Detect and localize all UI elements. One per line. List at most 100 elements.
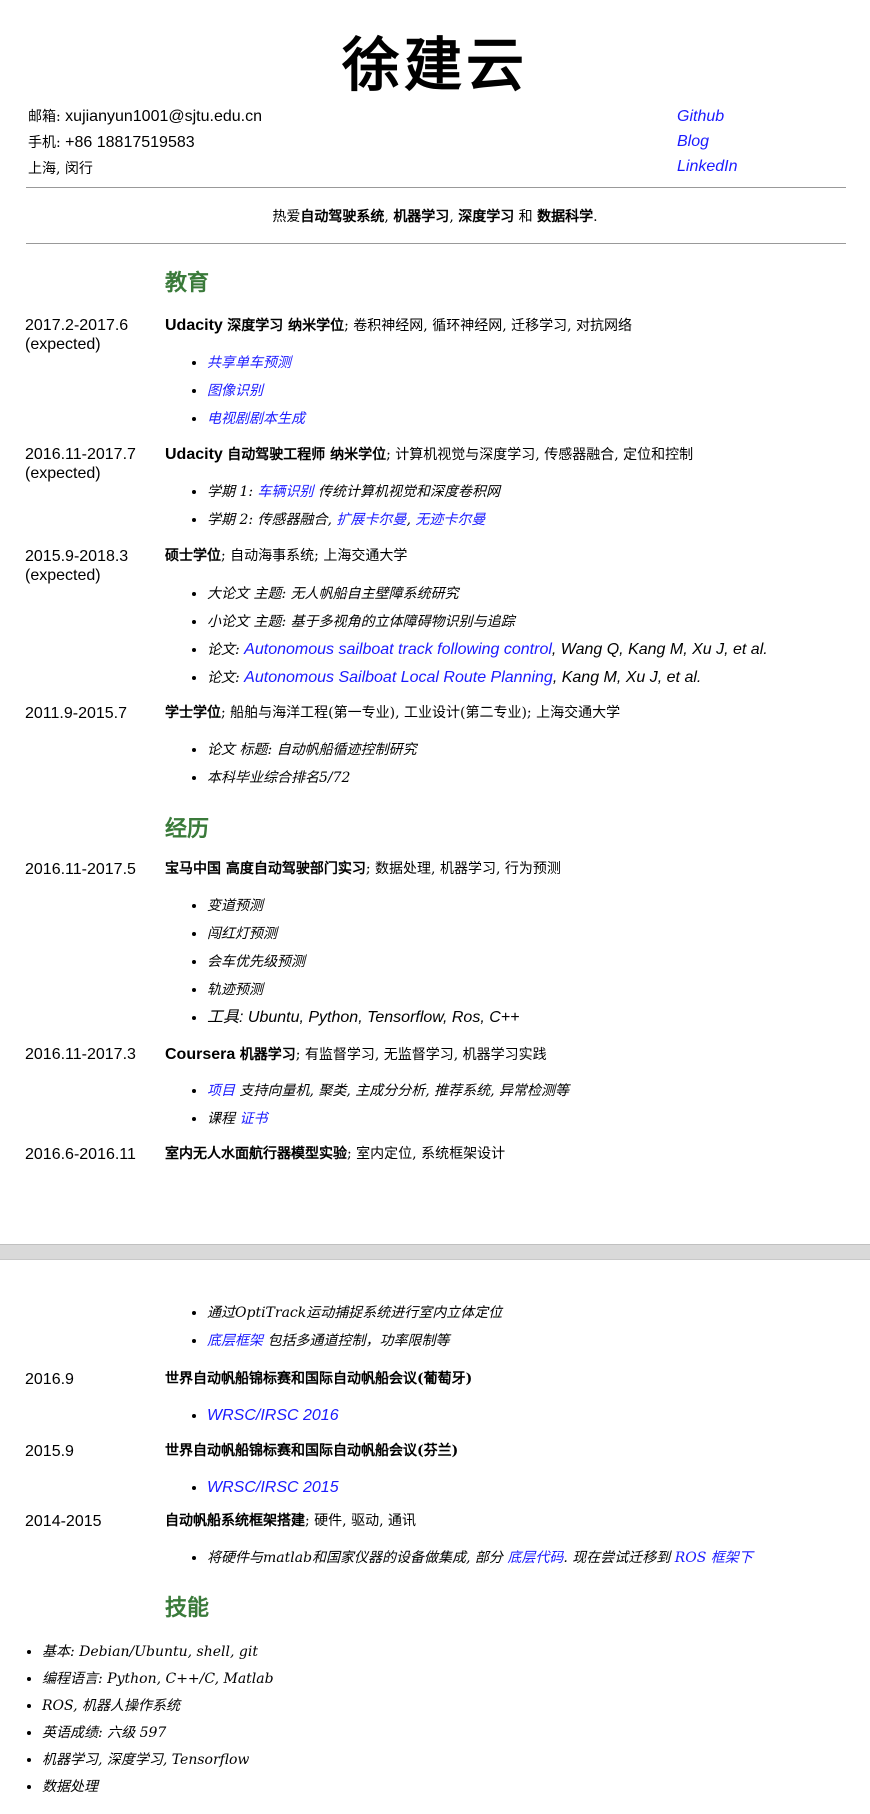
list-item: WRSC/IRSC 2015 bbox=[207, 1474, 857, 1502]
item-link[interactable]: 证书 bbox=[239, 1111, 267, 1127]
skill-item: ROS, 机器人操作系统 bbox=[42, 1693, 274, 1720]
tagline-topic-4: 数据科学 bbox=[537, 209, 594, 225]
entry-date: 2016.6-2016.11 bbox=[25, 1145, 165, 1164]
item-text: 将硬件与matlab和国家仪器的设备做集成, 部分 bbox=[207, 1550, 508, 1566]
skill-item: 基本: Debian/Ubuntu, shell, git bbox=[42, 1639, 274, 1666]
entry-date-range: 2015.9 bbox=[25, 1443, 74, 1460]
location-line: 上海, 闵行 bbox=[28, 156, 262, 182]
tagline-topic-1: 自动驾驶系统 bbox=[300, 209, 385, 225]
entry-title: 自动驾驶工程师 纳米学位 bbox=[227, 447, 387, 463]
item-link[interactable]: 底层框架 bbox=[207, 1333, 263, 1349]
list-item: 轨迹预测 bbox=[207, 976, 857, 1004]
email-value[interactable]: xujianyun1001@sjtu.edu.cn bbox=[65, 108, 262, 125]
entry-items: 将硬件与matlab和国家仪器的设备做集成, 部分 底层代码. 现在尝试迁移到 … bbox=[165, 1544, 857, 1572]
entry-desc: ; 有监督学习, 无监督学习, 机器学习实践 bbox=[295, 1047, 547, 1063]
entry-desc: ; 计算机视觉与深度学习, 传感器融合, 定位和控制 bbox=[386, 447, 694, 463]
item-text: 小论文 主题: 基于多视角的立体障碍物识别与追踪 bbox=[207, 614, 515, 630]
item-link[interactable]: WRSC/IRSC 2015 bbox=[207, 1479, 339, 1496]
list-item: 电视剧剧本生成 bbox=[207, 405, 857, 433]
item-link[interactable]: ROS 框架下 bbox=[675, 1550, 753, 1566]
list-item: 论文: Autonomous Sailboat Local Route Plan… bbox=[207, 664, 857, 692]
list-item: 闯红灯预测 bbox=[207, 920, 857, 948]
item-link[interactable]: 扩展卡尔曼 bbox=[336, 512, 406, 528]
list-item: 本科毕业综合排名5/72 bbox=[207, 764, 857, 792]
entry-date-range: 2016.11-2017.7 bbox=[25, 446, 136, 463]
paper-link[interactable]: Autonomous sailboat track following cont… bbox=[244, 641, 552, 658]
page-break bbox=[0, 1244, 870, 1260]
section-title-education: 教育 bbox=[165, 270, 210, 296]
entry-heading: Udacity 深度学习 纳米学位; 卷积神经网, 循环神经网, 迁移学习, 对… bbox=[165, 316, 855, 336]
entry-title: 自动帆船系统框架搭建 bbox=[165, 1513, 305, 1529]
item-text: 包括多通道控制，功率限制等 bbox=[263, 1333, 450, 1349]
project-link[interactable]: 图像识别 bbox=[207, 383, 263, 399]
entry-items: WRSC/IRSC 2016 bbox=[165, 1402, 857, 1430]
list-item: 工具: Ubuntu, Python, Tensorflow, Ros, C++ bbox=[207, 1004, 857, 1032]
entry-date-range: 2014-2015 bbox=[25, 1513, 102, 1530]
item-link[interactable]: 无迹卡尔曼 bbox=[415, 512, 485, 528]
github-link[interactable]: Github bbox=[677, 104, 738, 129]
item-link[interactable]: 项目 bbox=[207, 1083, 235, 1099]
entry-date: 2011.9-2015.7 bbox=[25, 704, 165, 723]
item-text: 本科毕业综合排名5/72 bbox=[207, 770, 351, 786]
entry-heading: 自动帆船系统框架搭建; 硬件, 驱动, 通讯 bbox=[165, 1512, 855, 1531]
entry-date-range: 2017.2-2017.6 bbox=[25, 317, 129, 334]
list-item: 图像识别 bbox=[207, 377, 857, 405]
location-value: 上海, 闵行 bbox=[28, 161, 93, 177]
item-text: 论文: bbox=[207, 642, 245, 658]
skills-list: 基本: Debian/Ubuntu, shell, git 编程语言: Pyth… bbox=[26, 1639, 274, 1801]
list-item: 共享单车预测 bbox=[207, 349, 857, 377]
entry-date: 2015.9-2018.3 (expected) bbox=[25, 547, 165, 585]
entry-heading: 硕士学位; 自动海事系统; 上海交通大学 bbox=[165, 547, 855, 566]
entry-date-range: 2016.11-2017.3 bbox=[25, 1046, 136, 1063]
entry-org: Udacity bbox=[165, 317, 223, 334]
item-text: 学期 2: 传感器融合, bbox=[207, 512, 337, 528]
entry-date: 2016.11-2017.5 bbox=[25, 860, 165, 879]
entry-desc: ; 室内定位, 系统框架设计 bbox=[347, 1146, 506, 1162]
entry-items: 变道预测 闯红灯预测 会车优先级预测 轨迹预测 工具: Ubuntu, Pyth… bbox=[165, 892, 857, 1032]
skill-item: 数据处理 bbox=[42, 1774, 274, 1801]
entry-items: 通过OptiTrack运动捕捉系统进行室内立体定位 底层框架 包括多通道控制，功… bbox=[165, 1299, 857, 1355]
list-item: 通过OptiTrack运动捕捉系统进行室内立体定位 bbox=[207, 1299, 857, 1327]
entry-date: 2015.9 bbox=[25, 1442, 165, 1461]
blog-link[interactable]: Blog bbox=[677, 129, 738, 154]
phone-line: 手机: +86 18817519583 bbox=[28, 130, 262, 156]
list-item: WRSC/IRSC 2016 bbox=[207, 1402, 857, 1430]
entry-items: 项目 支持向量机, 聚类, 主成分分析, 推荐系统, 异常检测等 课程 证书 bbox=[165, 1077, 857, 1133]
entry-title: 世界自动帆船锦标赛和国际自动帆船会议(葡萄牙) bbox=[165, 1371, 473, 1387]
paper-link[interactable]: Autonomous Sailboat Local Route Planning bbox=[244, 669, 553, 686]
entry-date-range: 2016.6-2016.11 bbox=[25, 1146, 136, 1163]
entry-title: 世界自动帆船锦标赛和国际自动帆船会议(芬兰) bbox=[165, 1443, 459, 1459]
list-item: 会车优先级预测 bbox=[207, 948, 857, 976]
divider-bottom bbox=[26, 243, 846, 244]
entry-title: 硕士学位 bbox=[165, 548, 221, 564]
entry-heading: 室内无人水面航行器模型实验; 室内定位, 系统框架设计 bbox=[165, 1145, 855, 1164]
item-link[interactable]: 底层代码 bbox=[507, 1550, 563, 1566]
item-text: 学期 1: bbox=[207, 484, 258, 500]
tagline-topic-3: 深度学习 bbox=[458, 209, 515, 225]
tagline-prefix: 热爱 bbox=[272, 209, 301, 225]
entry-date: 2014-2015 bbox=[25, 1512, 165, 1531]
project-link[interactable]: 共享单车预测 bbox=[207, 355, 291, 371]
entry-org: Udacity bbox=[165, 446, 223, 463]
list-item: 课程 证书 bbox=[207, 1105, 857, 1133]
tagline-and: 和 bbox=[514, 209, 538, 225]
section-title-skills: 技能 bbox=[165, 1595, 210, 1621]
list-item: 大论文 主题: 无人帆船自主壁障系统研究 bbox=[207, 580, 857, 608]
item-text: , bbox=[406, 512, 416, 528]
list-item: 变道预测 bbox=[207, 892, 857, 920]
item-link[interactable]: 车辆识别 bbox=[258, 484, 314, 500]
project-link[interactable]: 电视剧剧本生成 bbox=[207, 411, 305, 427]
entry-date: 2017.2-2017.6 (expected) bbox=[25, 316, 165, 354]
contact-info: 邮箱: xujianyun1001@sjtu.edu.cn 手机: +86 18… bbox=[28, 104, 262, 182]
item-text: 工具: Ubuntu, Python, Tensorflow, Ros, C++ bbox=[207, 1009, 520, 1026]
item-text: . 现在尝试迁移到 bbox=[563, 1550, 675, 1566]
entry-date-range: 2015.9-2018.3 bbox=[25, 548, 129, 565]
item-link[interactable]: WRSC/IRSC 2016 bbox=[207, 1407, 339, 1424]
skill-item: 编程语言: Python, C++/C, Matlab bbox=[42, 1666, 274, 1693]
entry-heading: 学士学位; 船舶与海洋工程(第一专业), 工业设计(第二专业); 上海交通大学 bbox=[165, 704, 855, 723]
section-title-experience: 经历 bbox=[165, 816, 210, 842]
linkedin-link[interactable]: LinkedIn bbox=[677, 154, 738, 179]
entry-heading: 世界自动帆船锦标赛和国际自动帆船会议(葡萄牙) bbox=[165, 1370, 855, 1389]
item-text: 传统计算机视觉和深度卷积网 bbox=[313, 484, 500, 500]
entry-title: 学士学位 bbox=[165, 705, 221, 721]
